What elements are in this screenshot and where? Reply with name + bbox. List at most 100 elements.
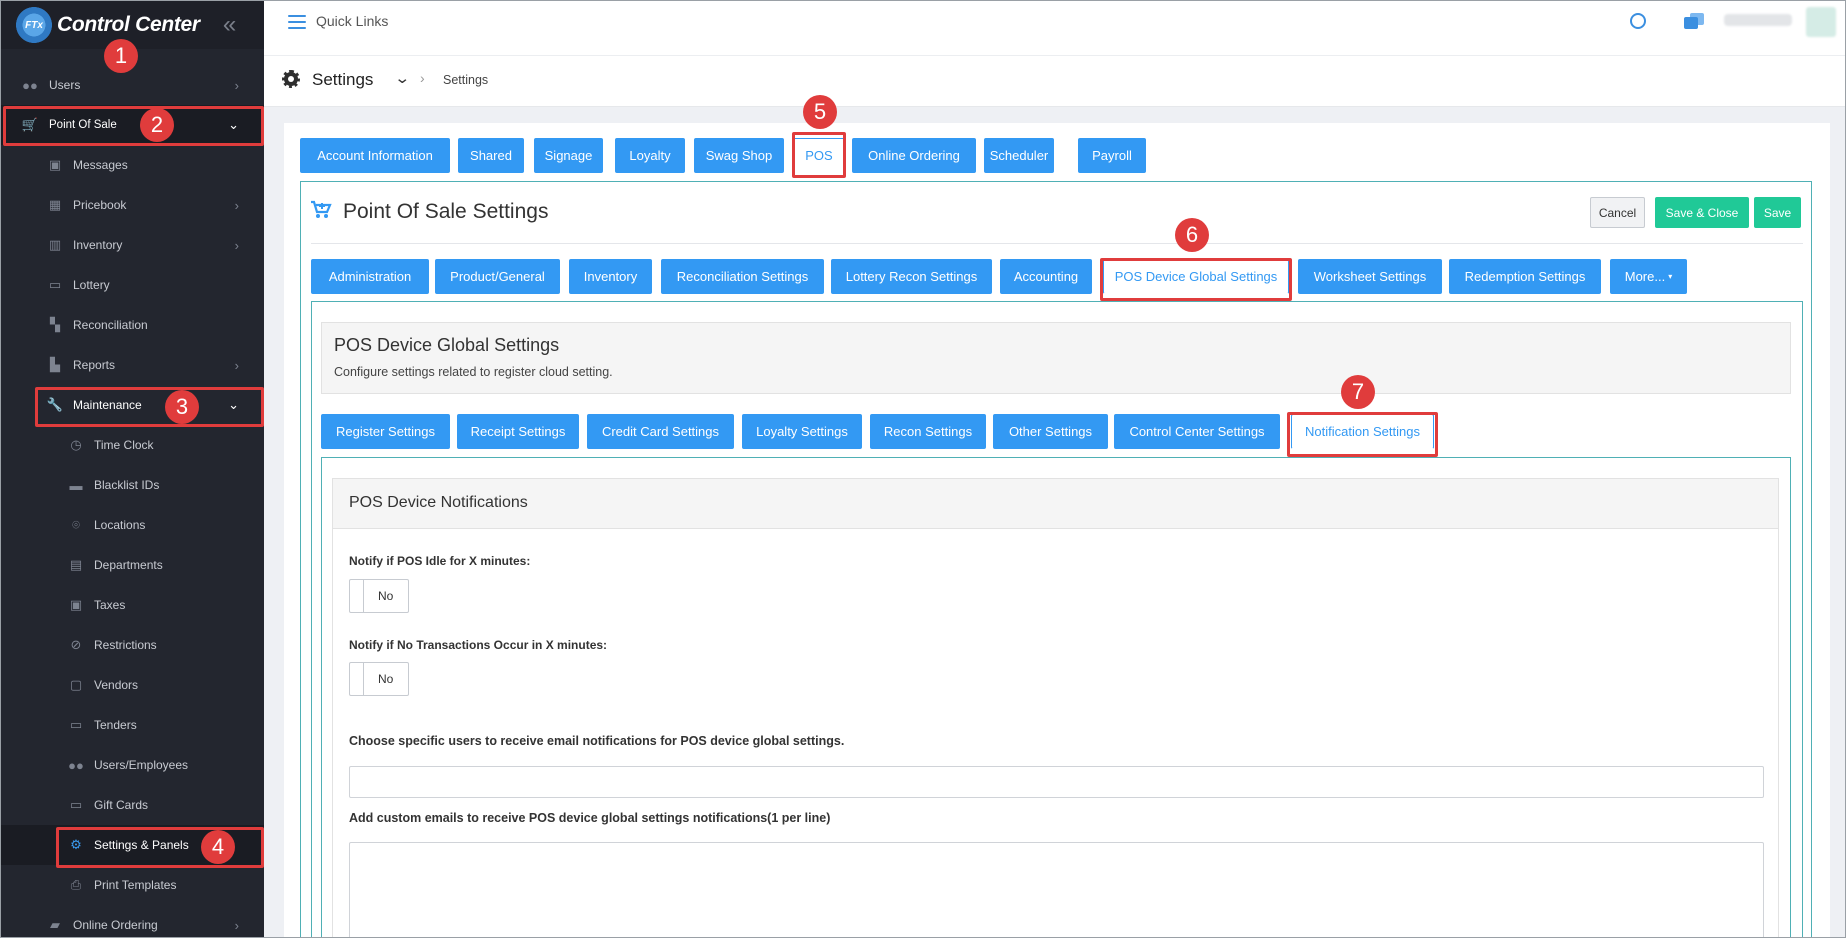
tab-payroll[interactable]: Payroll xyxy=(1078,138,1146,173)
tab-signage[interactable]: Signage xyxy=(534,138,603,173)
users-select-input[interactable] xyxy=(349,766,1764,798)
cancel-button[interactable]: Cancel xyxy=(1590,197,1645,228)
sidebar-item-users[interactable]: ●● Users › xyxy=(1,65,264,105)
tab-loyalty[interactable]: Loyalty xyxy=(615,138,685,173)
custom-emails-textarea[interactable] xyxy=(349,842,1764,937)
chevron-down-icon: ⌄ xyxy=(228,397,239,412)
sidebar-item-departments[interactable]: ▤ Departments xyxy=(1,545,264,585)
tab-pos[interactable]: POS xyxy=(793,138,845,173)
tab-product-general[interactable]: Product/General xyxy=(435,259,560,294)
no-transactions-label: Notify if No Transactions Occur in X min… xyxy=(349,638,608,652)
toggle-knob xyxy=(350,663,364,695)
sidebar-item-label: Locations xyxy=(94,518,146,532)
tab-shared[interactable]: Shared xyxy=(458,138,524,173)
tab-administration[interactable]: Administration xyxy=(311,259,429,294)
chevron-down-icon[interactable]: ⌄ xyxy=(394,69,410,87)
sidebar-item-inventory[interactable]: ▥ Inventory › xyxy=(1,225,264,265)
collapse-sidebar-icon[interactable]: « xyxy=(223,13,236,37)
sidebar-item-users-employees[interactable]: ●● Users/Employees xyxy=(1,745,264,785)
quick-links-link[interactable]: Quick Links xyxy=(316,13,388,29)
custom-emails-label: Add custom emails to receive POS device … xyxy=(349,811,831,825)
chevron-right-icon: › xyxy=(234,237,239,253)
save-button[interactable]: Save xyxy=(1754,197,1801,228)
brand[interactable]: FTx Control Center « xyxy=(1,1,264,49)
sidebar-item-lottery[interactable]: ▭ Lottery xyxy=(1,265,264,305)
taxes-icon: ▣ xyxy=(69,597,83,612)
idle-toggle[interactable]: No xyxy=(349,579,409,613)
menu-icon[interactable] xyxy=(288,15,306,29)
annotation-badge-1: 1 xyxy=(104,39,138,73)
sidebar-item-reports[interactable]: ▙ Reports › xyxy=(1,345,264,385)
sidebar-item-label: Users xyxy=(49,78,81,92)
tab-online-ordering[interactable]: Online Ordering xyxy=(852,138,976,173)
sidebar-item-print-templates[interactable]: ⎙ Print Templates xyxy=(1,865,264,905)
page-title[interactable]: Settings xyxy=(312,70,373,90)
tab-notification-settings[interactable]: Notification Settings xyxy=(1291,414,1434,449)
printer-icon: ⎙ xyxy=(70,877,82,892)
sidebar-item-taxes[interactable]: ▣ Taxes xyxy=(1,585,264,625)
sidebar-item-label: Messages xyxy=(73,158,128,172)
annotation-badge-7: 7 xyxy=(1341,375,1375,409)
sidebar-item-label: Tenders xyxy=(94,718,137,732)
tab-reconciliation-settings[interactable]: Reconciliation Settings xyxy=(661,259,824,294)
tab-accounting[interactable]: Accounting xyxy=(1000,259,1092,294)
id-card-icon: ▬ xyxy=(69,477,83,493)
tab-inventory[interactable]: Inventory xyxy=(569,259,652,294)
settings-gear-icon xyxy=(282,70,300,88)
reports-icon: ▙ xyxy=(50,357,60,372)
save-close-button[interactable]: Save & Close xyxy=(1655,197,1749,228)
tab-lottery-recon-settings[interactable]: Lottery Recon Settings xyxy=(831,259,992,294)
sidebar-item-messages[interactable]: ▣ Messages xyxy=(1,145,264,185)
panel-header: POS Device Notifications xyxy=(333,479,1778,529)
sidebar-item-time-clock[interactable]: ◷ Time Clock xyxy=(1,425,264,465)
sidebar-item-vendors[interactable]: ▢ Vendors xyxy=(1,665,264,705)
gear-icon: ⚙ xyxy=(70,837,82,852)
tab-recon-settings[interactable]: Recon Settings xyxy=(870,414,986,449)
ban-icon: ⊘ xyxy=(70,637,82,652)
tab-credit-card-settings[interactable]: Credit Card Settings xyxy=(587,414,734,449)
chevron-right-icon: › xyxy=(234,917,239,933)
sidebar-item-label: Restrictions xyxy=(94,638,157,652)
clock-icon: ◷ xyxy=(70,437,82,452)
chevron-right-icon: › xyxy=(234,77,239,93)
location-pin-icon: ⌾ xyxy=(72,517,80,532)
user-name-redacted[interactable] xyxy=(1724,14,1792,26)
tab-loyalty-settings[interactable]: Loyalty Settings xyxy=(742,414,862,449)
no-transactions-toggle[interactable]: No xyxy=(349,662,409,696)
tab-register-settings[interactable]: Register Settings xyxy=(321,414,450,449)
tab-redemption-settings[interactable]: Redemption Settings xyxy=(1449,259,1601,294)
sidebar-item-restrictions[interactable]: ⊘ Restrictions xyxy=(1,625,264,665)
tab-swag-shop[interactable]: Swag Shop xyxy=(694,138,784,173)
sidebar-item-maintenance[interactable]: 🔧 Maintenance ⌄ xyxy=(1,385,264,425)
annotation-badge-5: 5 xyxy=(803,95,837,129)
global-settings-header: POS Device Global Settings Configure set… xyxy=(321,322,1791,394)
sidebar-item-locations[interactable]: ⌾ Locations xyxy=(1,505,264,545)
tab-account-information[interactable]: Account Information xyxy=(300,138,450,173)
tab-control-center-settings[interactable]: Control Center Settings xyxy=(1114,414,1280,449)
tab-worksheet-settings[interactable]: Worksheet Settings xyxy=(1298,259,1442,294)
reconciliation-icon: ▚ xyxy=(50,317,60,332)
topbar: Quick Links xyxy=(264,1,1845,56)
tab-scheduler[interactable]: Scheduler xyxy=(984,138,1054,173)
sidebar-item-reconciliation[interactable]: ▚ Reconciliation xyxy=(1,305,264,345)
sidebar-item-pricebook[interactable]: ▦ Pricebook › xyxy=(1,185,264,225)
sidebar-item-tenders[interactable]: ▭ Tenders xyxy=(1,705,264,745)
sidebar-item-gift-cards[interactable]: ▭ Gift Cards xyxy=(1,785,264,825)
avatar[interactable] xyxy=(1806,7,1836,37)
sidebar-item-label: Lottery xyxy=(73,278,110,292)
breadcrumb[interactable]: Settings xyxy=(443,73,488,87)
sidebar-item-online-ordering[interactable]: ▰ Online Ordering › xyxy=(1,905,264,937)
tab-other-settings[interactable]: Other Settings xyxy=(993,414,1108,449)
sidebar-item-blacklist-ids[interactable]: ▬ Blacklist IDs xyxy=(1,465,264,505)
sidebar: FTx Control Center « ●● Users › 🛒 Point … xyxy=(1,1,264,937)
search-icon[interactable] xyxy=(1630,13,1646,29)
brand-logo: FTx xyxy=(13,4,55,46)
tab-receipt-settings[interactable]: Receipt Settings xyxy=(457,414,579,449)
tab-more-dropdown[interactable]: More... ▾ xyxy=(1610,259,1687,294)
inventory-icon: ▥ xyxy=(48,237,62,252)
chat-icon[interactable] xyxy=(1684,13,1706,31)
sidebar-item-label: Pricebook xyxy=(73,198,127,212)
global-settings-subtitle: Configure settings related to register c… xyxy=(334,365,613,379)
tab-pos-device-global-settings[interactable]: POS Device Global Settings xyxy=(1103,259,1289,294)
sidebar-item-point-of-sale[interactable]: 🛒 Point Of Sale ⌄ xyxy=(1,105,264,145)
